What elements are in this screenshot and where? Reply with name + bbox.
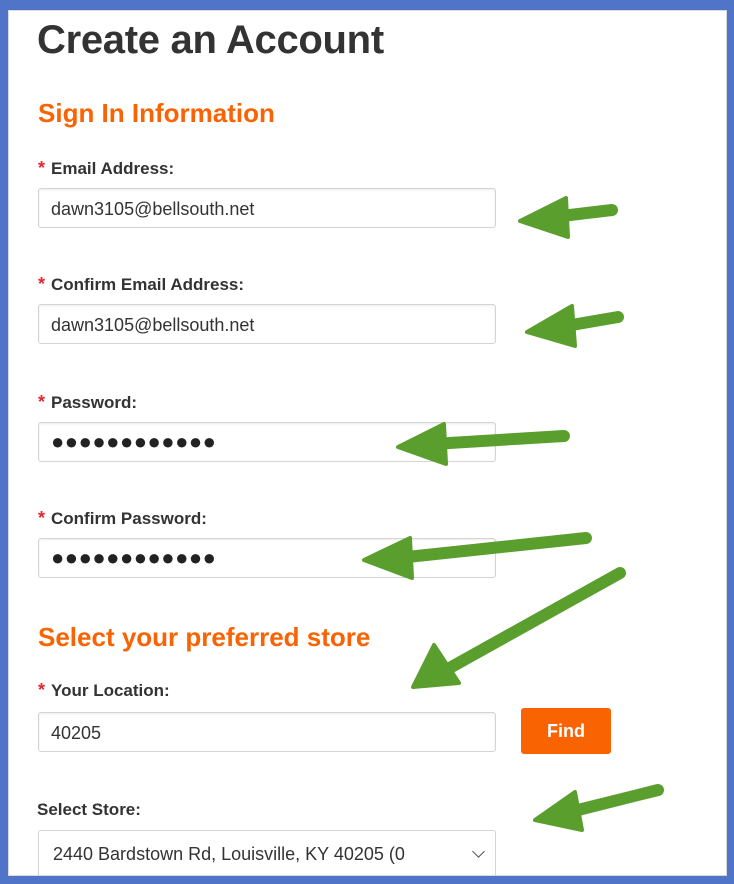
green-arrow-icon xyxy=(533,784,664,832)
create-account-panel: Create an Account Sign In Information * E… xyxy=(8,10,727,876)
green-arrow-icon xyxy=(518,196,618,239)
annotation-arrows xyxy=(362,196,664,832)
green-arrow-icon xyxy=(525,304,624,348)
green-arrow-icon xyxy=(362,532,592,580)
green-arrow-icon xyxy=(396,422,570,466)
green-arrow-icon xyxy=(411,567,626,689)
